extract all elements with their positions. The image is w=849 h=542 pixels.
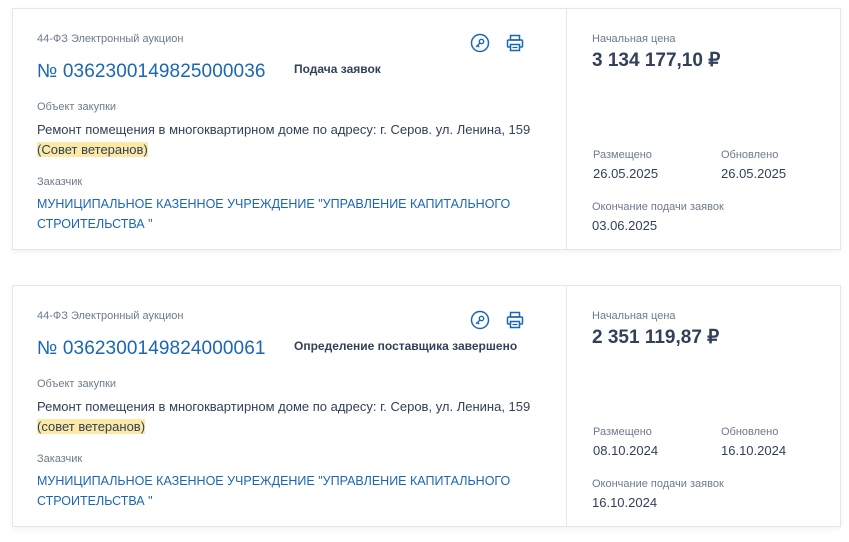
object-highlight: (совет ветеранов) xyxy=(37,419,146,434)
customer-label: Заказчик xyxy=(37,176,83,188)
procurement-number-link[interactable]: № 0362300149825000036 xyxy=(37,61,266,83)
procurement-number-link[interactable]: № 0362300149824000061 xyxy=(37,338,266,360)
price-label: Начальная цена xyxy=(592,33,676,45)
deadline-label: Окончание подачи заявок xyxy=(592,201,724,213)
law-type: 44-ФЗ Электронный аукцион xyxy=(37,310,184,322)
procurement-card: 44-ФЗ Электронный аукцион № 036230014982… xyxy=(12,285,841,527)
object-highlight: (Совет ветеранов) xyxy=(37,142,148,157)
status-badge: Определение поставщика завершено xyxy=(294,339,518,353)
posted-label: Размещено xyxy=(593,426,652,438)
posted-date: 26.05.2025 xyxy=(593,166,659,181)
updated-date: 26.05.2025 xyxy=(721,166,787,181)
customer-link[interactable]: МУНИЦИПАЛЬНОЕ КАЗЕННОЕ УЧРЕЖДЕНИЕ "УПРАВ… xyxy=(37,194,537,234)
key-icon[interactable] xyxy=(470,33,490,53)
status-badge: Подача заявок xyxy=(294,62,381,76)
customer-label: Заказчик xyxy=(37,453,83,465)
card-side: Начальная цена 3 134 177,10 ₽ Размещено … xyxy=(566,9,841,249)
object-description: Ремонт помещения в многоквартирном доме … xyxy=(37,397,557,437)
card-side: Начальная цена 2 351 119,87 ₽ Размещено … xyxy=(566,286,841,526)
price-label: Начальная цена xyxy=(592,310,676,322)
procurement-card: 44-ФЗ Электронный аукцион № 036230014982… xyxy=(12,8,841,250)
deadline-label: Окончание подачи заявок xyxy=(592,478,724,490)
card-main: 44-ФЗ Электронный аукцион № 036230014982… xyxy=(13,286,566,526)
updated-label: Обновлено xyxy=(721,426,779,438)
object-label: Объект закупки xyxy=(37,101,117,113)
printer-icon[interactable] xyxy=(505,310,525,330)
printer-icon[interactable] xyxy=(505,33,525,53)
posted-label: Размещено xyxy=(593,149,652,161)
deadline-date: 16.10.2024 xyxy=(592,495,658,510)
key-icon[interactable] xyxy=(470,310,490,330)
customer-link[interactable]: МУНИЦИПАЛЬНОЕ КАЗЕННОЕ УЧРЕЖДЕНИЕ "УПРАВ… xyxy=(37,471,537,511)
object-description: Ремонт помещения в многоквартирном доме … xyxy=(37,120,557,160)
updated-date: 16.10.2024 xyxy=(721,443,787,458)
law-type: 44-ФЗ Электронный аукцион xyxy=(37,33,184,45)
posted-date: 08.10.2024 xyxy=(593,443,659,458)
price-value: 2 351 119,87 ₽ xyxy=(592,327,720,348)
updated-label: Обновлено xyxy=(721,149,779,161)
deadline-date: 03.06.2025 xyxy=(592,218,658,233)
price-value: 3 134 177,10 ₽ xyxy=(592,50,721,71)
object-text: Ремонт помещения в многоквартирном доме … xyxy=(37,399,531,414)
object-text: Ремонт помещения в многоквартирном доме … xyxy=(37,122,531,137)
object-label: Объект закупки xyxy=(37,378,117,390)
card-main: 44-ФЗ Электронный аукцион № 036230014982… xyxy=(13,9,566,249)
